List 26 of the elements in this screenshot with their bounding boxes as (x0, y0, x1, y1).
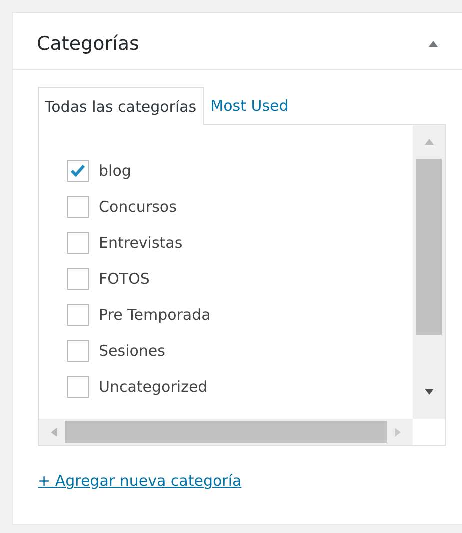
checkbox[interactable] (67, 196, 89, 218)
scroll-up-icon[interactable] (424, 139, 434, 145)
panel-title: Categorías (37, 33, 140, 55)
checkbox[interactable] (67, 268, 89, 290)
scroll-left-icon[interactable] (51, 428, 57, 436)
add-category-link[interactable]: + Agregar nueva categoría (38, 472, 242, 490)
category-label: Concursos (99, 198, 177, 216)
checkbox[interactable] (67, 340, 89, 362)
category-label: Sesiones (99, 342, 166, 360)
vertical-scrollbar[interactable] (413, 125, 445, 419)
category-label: Entrevistas (99, 234, 183, 252)
category-label: blog (99, 162, 132, 180)
collapse-icon[interactable] (429, 41, 438, 47)
tab[interactable]: Todas las categorías (38, 87, 204, 125)
category-label: Uncategorized (99, 378, 208, 396)
category-label: Pre Temporada (99, 306, 211, 324)
scroll-right-icon[interactable] (395, 428, 401, 436)
horizontal-scrollbar[interactable] (39, 419, 413, 445)
category-label: FOTOS (99, 270, 150, 288)
checkbox[interactable] (67, 232, 89, 254)
checkbox[interactable] (67, 376, 89, 398)
checkbox[interactable] (67, 160, 89, 182)
scroll-down-icon[interactable] (424, 389, 434, 395)
check-icon (71, 165, 85, 177)
checkbox[interactable] (67, 304, 89, 326)
tab[interactable]: Most Used (204, 86, 296, 124)
